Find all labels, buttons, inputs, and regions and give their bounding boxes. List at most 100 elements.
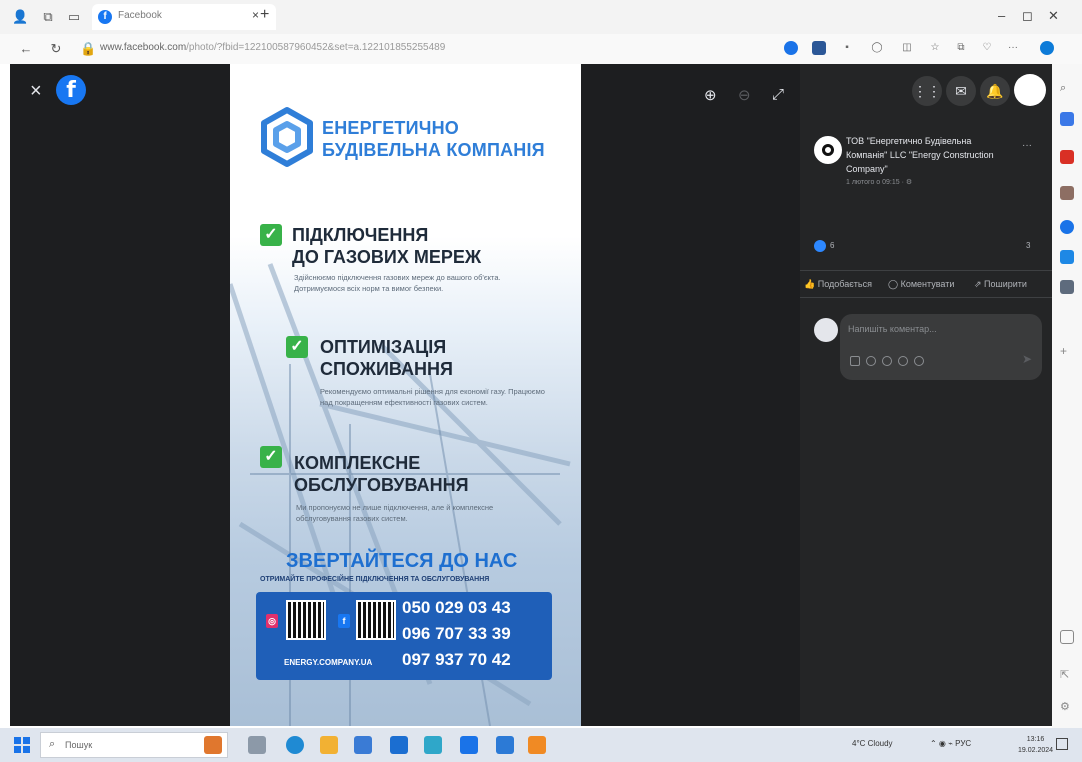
commenter-avatar xyxy=(814,318,838,342)
more-options-icon[interactable]: ··· xyxy=(1022,140,1032,151)
split-screen-icon[interactable]: ◫ xyxy=(900,41,914,55)
page-avatar[interactable] xyxy=(814,136,842,164)
avatar-sticker-icon[interactable] xyxy=(914,356,924,366)
service-title-line1: ОПТИМІЗАЦІЯ xyxy=(320,337,447,357)
send-icon[interactable]: ➤ xyxy=(1022,352,1032,366)
open-external-icon[interactable]: ⇱ xyxy=(1060,668,1074,682)
app-icon[interactable] xyxy=(460,736,478,754)
sticker-icon[interactable] xyxy=(850,356,860,366)
shares-count[interactable]: 3 xyxy=(1026,241,1030,250)
lock-icon[interactable]: 🔒 xyxy=(80,41,96,57)
fullscreen-icon[interactable]: ⤢ xyxy=(772,86,784,103)
service-description: Ми пропонуємо не лише підключення, але й… xyxy=(296,503,494,523)
like-label: Подобається xyxy=(817,279,872,289)
system-tray[interactable]: ⌃ ◉ ⌁ РУС xyxy=(930,739,971,748)
qr-code-instagram xyxy=(286,600,326,640)
extension-icon[interactable]: ▪ xyxy=(840,41,854,55)
app-icon[interactable] xyxy=(424,736,442,754)
messenger-icon[interactable]: ✉ xyxy=(946,76,976,106)
camera-icon[interactable] xyxy=(882,356,892,366)
app-icon[interactable] xyxy=(528,736,546,754)
profile-avatar[interactable] xyxy=(1014,74,1046,106)
sidebar-layout-icon[interactable] xyxy=(1060,630,1074,644)
windows-start-icon[interactable] xyxy=(14,737,30,753)
search-icon[interactable]: ⌕ xyxy=(1060,82,1074,96)
close-viewer-button[interactable]: × xyxy=(30,80,42,103)
refresh-icon[interactable]: ↻ xyxy=(48,41,64,57)
store-icon[interactable] xyxy=(354,736,372,754)
favorites-star-icon[interactable]: ☆ xyxy=(928,41,942,55)
tools-icon[interactable] xyxy=(1060,186,1074,200)
call-to-action: ЗВЕРТАЙТЕСЯ ДО НАС xyxy=(286,550,518,572)
brand-name-line2: БУДІВЕЛЬНА КОМПАНІЯ xyxy=(322,140,545,160)
post-image: ЕНЕРГЕТИЧНО БУДІВЕЛЬНА КОМПАНІЯ ✓ ПІДКЛЮ… xyxy=(230,64,581,726)
app-icon[interactable] xyxy=(496,736,514,754)
briefcase-app-icon[interactable] xyxy=(204,736,222,754)
post-side-panel: ⋮⋮ ✉ 🔔 ТОВ "Енергетично Будівельна Компа… xyxy=(800,64,1052,726)
page-name-link[interactable]: ТОВ "Енергетично Будівельна Компанія" LL… xyxy=(846,134,1006,176)
windows-taskbar: ⌕ Пошук 4°C Cloudy ⌃ ◉ ⌁ РУС 13:16 19.02… xyxy=(0,728,1082,762)
close-window-button[interactable]: ✕ xyxy=(1048,8,1059,24)
zoom-out-icon[interactable]: ⊖ xyxy=(738,86,751,104)
extension-icon[interactable] xyxy=(812,41,826,55)
clock-time: 13:16 xyxy=(1026,736,1045,743)
service-description: Здійснюємо підключення газових мереж до … xyxy=(294,273,501,293)
search-icon: ⌕ xyxy=(49,738,56,750)
url-field[interactable]: www.facebook.com/photo/?fbid=12210058796… xyxy=(100,42,445,53)
add-sidebar-icon[interactable]: + xyxy=(1060,344,1074,358)
file-explorer-icon[interactable] xyxy=(320,736,338,754)
company-logo-icon xyxy=(261,107,313,167)
settings-gear-icon[interactable]: ⚙ xyxy=(1060,700,1074,714)
new-tab-button[interactable]: + xyxy=(260,6,269,24)
browser-essentials-icon[interactable]: ♡ xyxy=(980,41,994,55)
like-reaction-icon[interactable] xyxy=(814,240,826,252)
weather-widget[interactable]: 4°C Cloudy xyxy=(852,739,893,748)
drop-icon[interactable] xyxy=(1060,280,1074,294)
instagram-icon: ◎ xyxy=(266,614,278,628)
copilot-icon[interactable] xyxy=(1040,41,1054,55)
profile-icon[interactable]: 👤 xyxy=(12,9,28,25)
like-button[interactable]: 👍 Подобається xyxy=(804,279,872,290)
tab-facebook[interactable]: f Facebook × xyxy=(92,4,276,30)
taskbar-search-placeholder: Пошук xyxy=(65,740,93,750)
shopping-icon[interactable] xyxy=(1060,150,1074,164)
language-indicator[interactable]: РУС xyxy=(955,739,971,748)
back-arrow-icon[interactable]: ← xyxy=(18,41,34,57)
extension-icon[interactable] xyxy=(784,41,798,55)
facebook-logo-icon[interactable]: f xyxy=(56,75,86,105)
clock[interactable]: 13:16 19.02.2024 xyxy=(1018,734,1053,756)
notification-center-icon[interactable] xyxy=(1056,738,1068,750)
notifications-bell-icon[interactable]: 🔔 xyxy=(980,76,1010,106)
facebook-icon: f xyxy=(338,614,350,628)
checkmark-icon: ✓ xyxy=(260,446,282,468)
checkmark-icon: ✓ xyxy=(260,224,282,246)
share-button[interactable]: ⇗ Поширити xyxy=(974,279,1027,290)
contact-block: ◎ f 050 029 03 43 096 707 33 39 097 937 … xyxy=(256,592,552,680)
collections-icon[interactable]: ⧉ xyxy=(954,41,968,55)
post-timestamp[interactable]: 1 лютого о 09:15 · ⚙ xyxy=(846,178,912,186)
more-menu-icon[interactable]: ··· xyxy=(1006,41,1020,55)
office-icon[interactable] xyxy=(1060,220,1074,234)
sidebar-app-icon[interactable] xyxy=(1060,112,1074,126)
comment-input[interactable]: Напишіть коментар... ➤ xyxy=(840,314,1042,380)
service-title-line2: ОБСЛУГОВУВАННЯ xyxy=(294,475,469,495)
edge-browser-icon[interactable] xyxy=(286,736,304,754)
taskbar-search-input[interactable]: ⌕ Пошук xyxy=(40,732,228,758)
zoom-in-icon[interactable]: ⊕ xyxy=(704,86,717,104)
mail-icon[interactable] xyxy=(390,736,408,754)
task-view-icon[interactable] xyxy=(248,736,266,754)
reactions-count[interactable]: 6 xyxy=(830,241,834,250)
tab-actions-icon[interactable]: ▭ xyxy=(66,9,82,25)
maximize-button[interactable]: ◻ xyxy=(1022,8,1033,24)
outlook-icon[interactable] xyxy=(1060,250,1074,264)
comment-button[interactable]: ◯ Коментувати xyxy=(888,279,954,290)
extension-icon[interactable]: ◯ xyxy=(870,41,884,55)
tab-close-icon[interactable]: × xyxy=(252,8,259,22)
menu-grid-icon[interactable]: ⋮⋮ xyxy=(912,76,942,106)
comment-label: Коментувати xyxy=(900,279,955,289)
minimize-button[interactable]: – xyxy=(998,8,1005,23)
workspaces-icon[interactable]: ⧉ xyxy=(40,9,56,25)
browser-tab-strip: 👤 ⧉ ▭ f Facebook × + – ◻ ✕ xyxy=(0,0,1082,34)
emoji-icon[interactable] xyxy=(866,356,876,366)
gif-icon[interactable] xyxy=(898,356,908,366)
